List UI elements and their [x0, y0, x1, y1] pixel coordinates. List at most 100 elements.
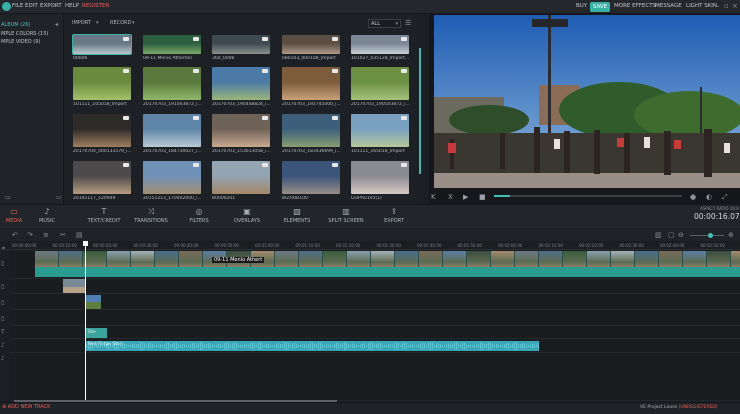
media-thumbnail[interactable] [73, 114, 131, 147]
tool-text-credit[interactable]: TEXT/CREDIT [78, 218, 130, 224]
undo-icon[interactable]: ↶ [12, 231, 18, 239]
pip-track-icon: ▯ [1, 315, 5, 322]
split-screen-tool-icon[interactable]: ▥ [320, 207, 372, 216]
link-icon[interactable]: ⚭ [1, 245, 6, 252]
text-clip[interactable]: Title [86, 328, 107, 338]
video-clip-frame [179, 251, 202, 267]
media-thumbnail[interactable] [212, 67, 270, 100]
text-credit-tool-icon[interactable]: T [78, 207, 130, 216]
menu-help[interactable]: HELP [65, 3, 79, 9]
menu-export[interactable]: EXPORT [40, 3, 62, 9]
snap-icon[interactable]: ▥ [655, 231, 662, 239]
media-thumbnail[interactable] [143, 67, 201, 100]
delete-icon[interactable]: ▤ [76, 231, 83, 239]
media-thumbnail[interactable] [73, 67, 131, 100]
pause-button[interactable]: ■ [479, 193, 486, 201]
cut-icon[interactable]: ✂ [60, 231, 66, 239]
preview-scrubber[interactable] [494, 195, 682, 197]
zoom-slider-handle[interactable] [708, 233, 713, 238]
tool-filters[interactable]: FILTERS [173, 218, 225, 224]
stop-button[interactable]: X [448, 193, 453, 201]
video-clip[interactable] [35, 251, 740, 267]
settings-icon[interactable]: ≡ [43, 231, 49, 239]
media-thumbnail[interactable] [212, 114, 270, 147]
album-item-sample-video[interactable]: MPLE VIDEO (9) [1, 39, 40, 45]
import-dropdown[interactable]: IMPORT [72, 20, 91, 26]
media-thumbnail[interactable] [351, 35, 409, 54]
media-thumbnail[interactable] [282, 67, 340, 100]
light-skin-button[interactable]: LIGHT SKIN [686, 3, 717, 9]
menu-register[interactable]: REGISTER [82, 3, 109, 9]
pip-clip-1[interactable] [63, 279, 85, 293]
save-button[interactable]: SAVE [590, 2, 610, 12]
marker-icon[interactable]: ▢ [668, 231, 675, 239]
audio-clip[interactable]: Red Ridge Stori [86, 341, 539, 351]
media-thumbnail[interactable] [143, 35, 201, 54]
prev-frame-button[interactable]: K [431, 193, 436, 201]
media-thumbnail[interactable] [72, 34, 132, 55]
play-button[interactable]: ▶ [463, 193, 468, 201]
list-view-icon[interactable]: ☰ [405, 19, 411, 27]
media-thumbnail[interactable] [73, 161, 131, 194]
media-thumbnail[interactable] [282, 35, 340, 54]
timeline-scrollbar[interactable] [14, 400, 337, 402]
album-item-sample-colors[interactable]: MPLE COLORS (15) [1, 31, 48, 37]
zoom-in-icon[interactable]: ⊕ [728, 231, 734, 239]
elements-tool-icon[interactable]: ▨ [271, 207, 323, 216]
media-thumbnail[interactable] [351, 114, 409, 147]
media-thumbnail[interactable] [351, 67, 409, 100]
playhead-handle[interactable] [83, 241, 88, 246]
tool-transitions[interactable]: TRANSITIONS [125, 218, 177, 224]
snapshot-icon[interactable]: ● [690, 193, 696, 201]
tool-music[interactable]: MUSIC [21, 218, 73, 224]
waveform-bar [220, 343, 221, 349]
waveform-bar [390, 344, 391, 348]
playhead[interactable] [85, 242, 86, 402]
export-tool-icon[interactable]: ⇪ [368, 207, 420, 216]
album-item-all[interactable]: ALBUM (26) [1, 22, 30, 28]
fullscreen-icon[interactable]: ⤢ [722, 193, 728, 202]
music-tool-icon[interactable]: ♪ [21, 207, 73, 216]
clip-title-label: 09-11 Menlo Athert [212, 257, 265, 263]
filter-select[interactable]: ALL ▾ [368, 19, 401, 28]
tool-overlays[interactable]: OVERLAYS [221, 218, 273, 224]
minimize-icon[interactable]: – [716, 2, 720, 10]
media-thumbnail[interactable] [212, 161, 270, 194]
collapse-panel-icon[interactable]: ◂ [55, 21, 58, 28]
overlays-tool-icon[interactable]: ▣ [221, 207, 273, 216]
pip-clip-2[interactable] [86, 295, 101, 309]
timecode: 00:00:16.07 [694, 212, 740, 221]
transitions-tool-icon[interactable]: ⤨ [125, 207, 177, 217]
record-dropdown[interactable]: RECORD [110, 20, 131, 26]
tool-elements[interactable]: ELEMENTS [271, 218, 323, 224]
volume-icon[interactable]: ◐ [706, 193, 712, 201]
media-thumbnail[interactable] [282, 161, 340, 194]
media-thumbnail[interactable] [143, 161, 201, 194]
zoom-slider[interactable] [690, 235, 724, 236]
add-new-track-button[interactable]: ⊕ ADD NEW TRACK [2, 404, 50, 410]
library-scrollbar[interactable] [419, 48, 421, 174]
message-button[interactable]: MESSAGE [655, 3, 682, 9]
maximize-icon[interactable]: ▫ [724, 2, 729, 10]
zoom-out-icon[interactable]: ⊖ [678, 231, 684, 239]
menu-file[interactable]: FILE [12, 3, 23, 9]
delete-folder-icon[interactable]: ▭ [56, 194, 62, 201]
media-thumbnail[interactable] [212, 35, 270, 54]
media-thumbnail[interactable] [351, 161, 409, 194]
media-thumbnail[interactable] [282, 114, 340, 147]
waveform-bar [474, 344, 475, 348]
tool-export[interactable]: EXPORT [368, 218, 420, 224]
waveform-bar [238, 344, 239, 348]
tool-split-screen[interactable]: SPLIT SCREEN [320, 218, 372, 224]
add-folder-icon[interactable]: ▭ [5, 194, 11, 201]
filters-tool-icon[interactable]: ◎ [173, 207, 225, 216]
menu-edit[interactable]: EDIT [25, 3, 38, 9]
redo-icon[interactable]: ↷ [27, 231, 33, 239]
video-clip-audio[interactable] [35, 267, 740, 277]
close-icon[interactable]: × [732, 2, 738, 10]
waveform-bar [362, 343, 363, 349]
waveform-bar [260, 342, 261, 350]
buy-button[interactable]: BUY [576, 3, 587, 9]
more-effects-button[interactable]: MORE EFFECTS [614, 3, 656, 9]
media-thumbnail[interactable] [143, 114, 201, 147]
